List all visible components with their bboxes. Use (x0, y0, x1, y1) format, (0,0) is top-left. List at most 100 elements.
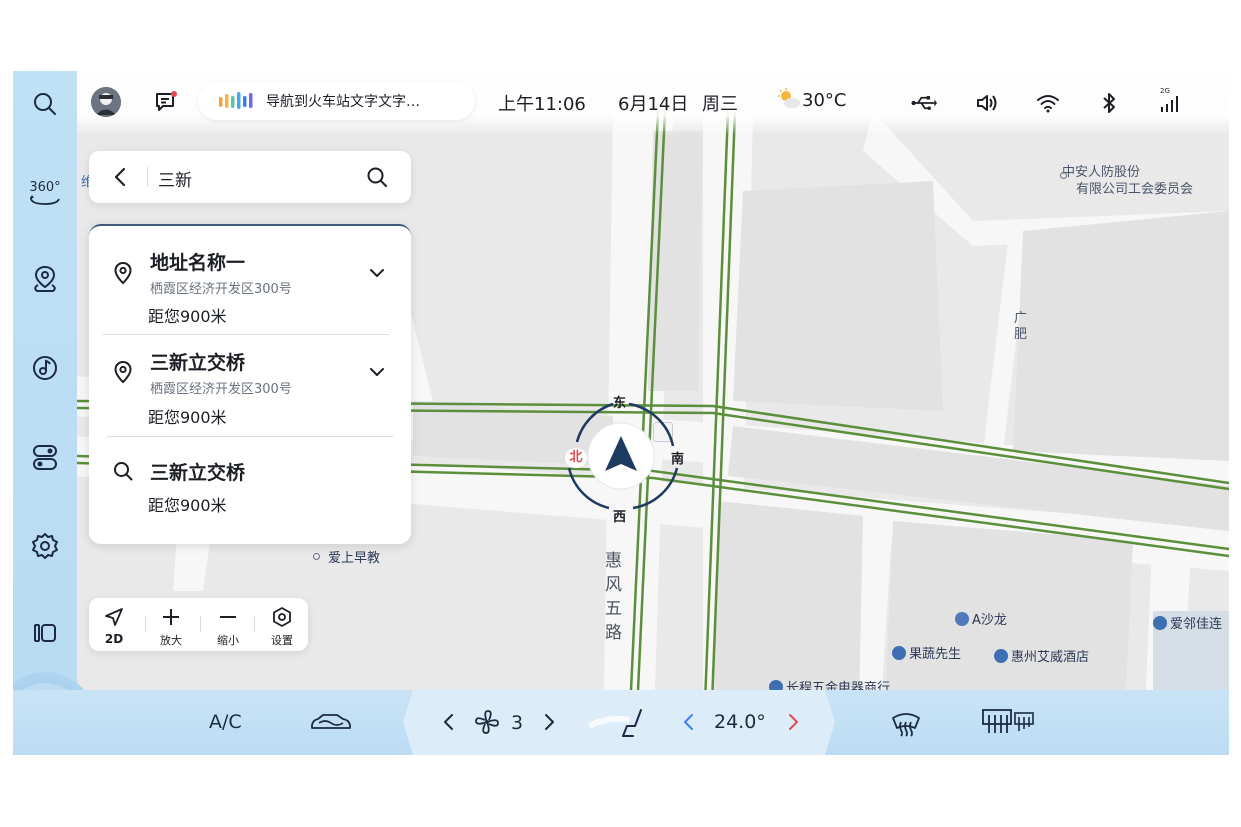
clock-time: 上午11:06 (498, 94, 586, 115)
wifi-icon[interactable] (1035, 90, 1061, 116)
map-poi-a-shalong-label: A沙龙 (972, 613, 1007, 628)
zoom-in-button[interactable]: 放大 (146, 604, 196, 648)
map-settings-label: 设置 (271, 634, 293, 647)
sidebar-item-toggles[interactable] (25, 437, 65, 477)
climate-bar: A/C 3 24.0° (13, 690, 1229, 755)
voice-command-text: 导航到火车站文字文字… (266, 94, 420, 110)
weekday-text: 周三 (702, 94, 738, 115)
front-defrost-icon[interactable] (890, 708, 922, 738)
signal-label: 2G (1160, 87, 1170, 95)
back-button[interactable] (109, 165, 133, 189)
map-poi-a-shalong[interactable]: A沙龙 (955, 609, 1007, 628)
bluetooth-icon[interactable] (1096, 90, 1122, 116)
chevron-left-icon (114, 167, 126, 187)
sidebar-item-search[interactable] (25, 84, 65, 124)
voice-assistant-pill[interactable]: 导航到火车站文字文字… (198, 82, 475, 120)
chevron-right-icon (789, 714, 798, 730)
controls-separator (254, 616, 255, 632)
road-char: 风 (605, 575, 622, 595)
fan-level: 3 (511, 712, 524, 734)
sidebar-item-music[interactable] (25, 348, 65, 388)
sidebar-item-360[interactable]: 360° (25, 172, 65, 216)
music-note-icon (33, 356, 57, 380)
poi-icon (892, 645, 906, 660)
map-poi-breakfast-label: 爱上早教 (328, 551, 381, 566)
map-settings-button[interactable]: 设置 (257, 604, 307, 648)
road-char: 五 (605, 599, 622, 619)
minus-icon (220, 616, 236, 618)
date-text: 6月14日 (618, 94, 689, 115)
search-submit-button[interactable] (365, 165, 389, 189)
map-poi-hotel[interactable]: 惠州艾威酒店 (994, 646, 1089, 665)
map-label-org-line2: 有限公司工会委员会 (1076, 182, 1194, 197)
result-distance: 距您900米 (148, 408, 227, 427)
result-title: 地址名称一 (150, 252, 246, 274)
plus-icon (163, 609, 179, 625)
toggle-switch-icon (33, 445, 57, 470)
search-divider (147, 167, 148, 187)
location-pin-icon (114, 360, 132, 384)
map-poi-guoshu[interactable]: 果蔬先生 (892, 643, 961, 662)
camera-360-label: 360° (29, 180, 61, 195)
map-poi-hotel-label: 惠州艾威酒店 (1011, 650, 1090, 665)
fan-increase-button[interactable] (541, 711, 557, 733)
search-icon (114, 462, 133, 481)
infotainment-screen: 中安人防股份 有限公司工会委员会 广 肥 维 爱上早教 惠 风 五 路 A沙龙 … (13, 71, 1229, 755)
poi-icon (955, 611, 969, 626)
avatar-icon (91, 87, 121, 117)
map-road-label: 惠 风 五 路 (605, 549, 623, 645)
map-poi-aolin[interactable]: 爱邻佳连 (1153, 613, 1222, 632)
search-bar[interactable]: 三新 (89, 151, 411, 203)
partly-sunny-icon (777, 88, 801, 110)
view-mode-label: 2D (104, 632, 124, 646)
map-poi-breakfast[interactable]: 爱上早教 (313, 547, 380, 566)
ac-button[interactable]: A/C (209, 711, 242, 733)
result-address: 栖霞区经济开发区300号 (150, 382, 292, 397)
map-poi-guoshu-label: 果蔬先生 (909, 647, 962, 662)
result-distance: 距您900米 (148, 496, 227, 515)
road-char: 惠 (605, 551, 622, 571)
avatar[interactable] (91, 87, 121, 117)
usb-icon (911, 90, 937, 116)
compass[interactable]: 东 北 南 西 (553, 396, 689, 525)
map-pin-icon (34, 265, 56, 292)
message-icon[interactable] (153, 89, 179, 115)
zoom-out-button[interactable]: 缩小 (203, 604, 253, 648)
sidebar-item-navigation[interactable] (25, 259, 65, 299)
rear-defrost-icon[interactable] (981, 707, 1035, 737)
poi-icon (994, 648, 1008, 663)
result-item[interactable]: 三新立交桥 栖霞区经济开发区300号 距您900米 (89, 334, 411, 436)
cabin-temperature: 24.0° (714, 711, 766, 733)
result-address: 栖霞区经济开发区300号 (150, 282, 292, 297)
temp-decrease-button[interactable] (681, 711, 697, 733)
result-item[interactable]: 三新立交桥 距您900米 (89, 436, 411, 542)
chevron-left-icon (684, 714, 693, 730)
search-input[interactable]: 三新 (158, 166, 192, 191)
camera-360-icon (30, 195, 60, 205)
sidebar-item-apps[interactable] (25, 613, 65, 653)
zoom-out-label: 缩小 (217, 634, 239, 647)
navigation-arrow-icon (105, 608, 123, 626)
seat-heat-icon[interactable] (587, 706, 659, 740)
poi-dot-icon (313, 553, 320, 560)
sidebar: 360° (13, 71, 97, 755)
chevron-down-icon[interactable] (367, 263, 387, 283)
car-air-icon[interactable] (309, 711, 353, 733)
road-char: 路 (605, 623, 622, 643)
voice-wave-icon (219, 92, 253, 109)
result-item[interactable]: 地址名称一 栖霞区经济开发区300号 距您900米 (89, 226, 411, 334)
status-bar: 导航到火车站文字文字… 上午11:06 6月14日 周三 30°C 2G (77, 71, 1229, 135)
volume-icon[interactable] (974, 90, 1000, 116)
map-controls: 2D 放大 缩小 设置 (89, 598, 308, 651)
signal-icon: 2G (1157, 87, 1183, 116)
chevron-down-icon[interactable] (367, 362, 387, 382)
temp-increase-button[interactable] (785, 711, 801, 733)
hexagon-settings-icon (273, 607, 291, 627)
fan-icon (473, 708, 501, 736)
fan-decrease-button[interactable] (441, 711, 457, 733)
chevron-right-icon (545, 714, 554, 730)
sidebar-item-settings[interactable] (25, 526, 65, 566)
view-mode-button[interactable]: 2D (89, 604, 139, 648)
controls-separator (200, 616, 201, 632)
search-icon (367, 167, 387, 187)
